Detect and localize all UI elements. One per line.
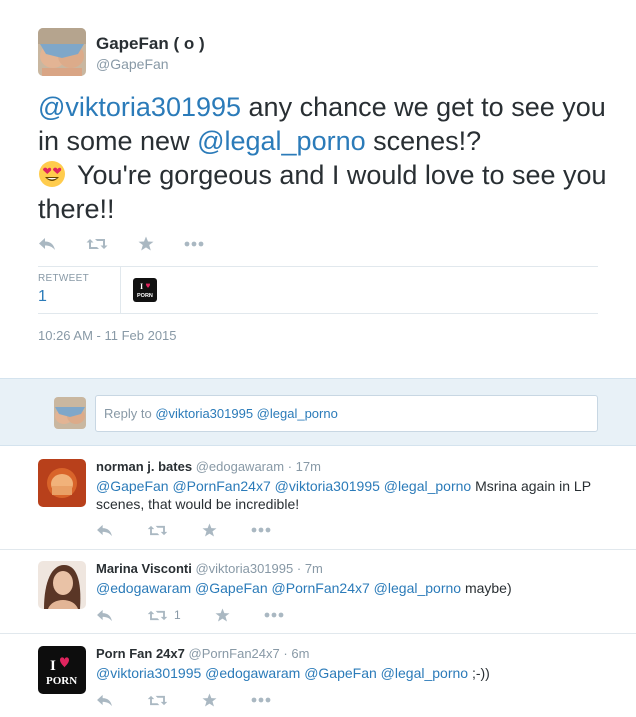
reply-text: @GapeFan @PornFan24x7 @viktoria301995 @l… [96,477,596,513]
reply-actions [96,523,305,537]
mention-link[interactable]: @viktoria301995 [38,92,241,122]
separator-dot: · [283,646,288,661]
reply-tweet[interactable]: Marina Visconti @viktoria301995 · 7m @ed… [0,550,636,634]
tweet-text-part: You're gorgeous and I would love to see … [38,160,607,224]
reply-avatar[interactable] [38,459,86,507]
separator-dot: · [287,459,293,474]
reply-author-name[interactable]: Porn Fan 24x7 [96,646,185,661]
reply-tweet[interactable]: I PORN Porn Fan 24x7 @PornFan24x7 · 6m @… [0,634,636,717]
favorite-icon[interactable] [138,236,154,251]
author-handle[interactable]: @GapeFan [96,56,169,72]
retweet-icon[interactable] [86,237,108,251]
reply-mentions: @viktoria301995 @legal_porno [155,406,338,421]
reply-mentions[interactable]: @edogawaram @GapeFan @PornFan24x7 @legal… [96,580,461,596]
retweet-icon[interactable] [147,694,168,707]
reply-icon[interactable] [96,694,113,707]
more-icon[interactable] [251,527,271,533]
reply-text: @viktoria301995 @edogawaram @GapeFan @le… [96,664,596,682]
svg-text:I: I [50,658,56,674]
reply-input[interactable]: Reply to @viktoria301995 @legal_porno [95,395,598,432]
reply-mentions[interactable]: @GapeFan @PornFan24x7 @viktoria301995 @l… [96,478,471,494]
svg-text:PORN: PORN [137,293,153,299]
mention-link[interactable]: @legal_porno [197,126,366,156]
reply-tweet[interactable]: norman j. bates @edogawaram · 17m @GapeF… [0,447,636,550]
reply-author-name[interactable]: Marina Visconti [96,561,192,576]
main-tweet: GapeFan ( o ) @GapeFan @viktoria301995 a… [0,0,636,378]
retweet-icon[interactable]: 1 [147,608,181,622]
reply-actions [96,693,305,707]
reply-time[interactable]: 7m [305,561,323,576]
retweet-icon[interactable] [147,524,168,537]
divider [38,313,598,314]
reply-avatar[interactable] [38,561,86,609]
current-user-avatar [54,397,86,429]
reply-header: norman j. bates @edogawaram · 17m [96,459,321,474]
reply-avatar[interactable]: I PORN [38,646,86,694]
reply-composer: Reply to @viktoria301995 @legal_porno [0,378,636,446]
reply-header: Porn Fan 24x7 @PornFan24x7 · 6m [96,646,309,661]
tweet-timestamp[interactable]: 10:26 AM - 11 Feb 2015 [38,328,177,343]
separator-dot: · [296,561,302,576]
reply-actions: 1 [96,608,318,622]
reply-text: @edogawaram @GapeFan @PornFan24x7 @legal… [96,579,596,597]
reply-icon[interactable] [96,609,113,622]
retweet-count[interactable]: 1 [38,288,47,306]
more-icon[interactable] [264,612,284,618]
more-icon[interactable] [251,697,271,703]
divider [120,267,121,313]
reply-body: maybe) [461,580,512,596]
more-icon[interactable] [184,241,204,247]
divider [38,266,598,267]
reply-author-handle[interactable]: @PornFan24x7 [189,646,280,661]
reply-mentions[interactable]: @viktoria301995 @edogawaram @GapeFan @le… [96,665,468,681]
author-avatar[interactable] [38,28,86,76]
author-display-name[interactable]: GapeFan ( o ) [96,34,205,54]
svg-text:I: I [140,282,143,291]
reply-header: Marina Visconti @viktoria301995 · 7m [96,561,323,576]
retweet-count: 1 [174,608,181,622]
reply-prefix: Reply to [104,406,156,421]
reply-body: ;-)) [468,665,490,681]
retweet-label: RETWEET [38,273,89,284]
reply-author-name[interactable]: norman j. bates [96,459,192,474]
reply-time[interactable]: 6m [291,646,309,661]
retweeter-avatar[interactable]: I PORN [133,278,157,302]
reply-icon[interactable] [38,237,56,251]
svg-text:PORN: PORN [46,675,77,687]
tweet-text-part: scenes!? [365,126,482,156]
favorite-icon[interactable] [215,608,230,622]
reply-author-handle[interactable]: @viktoria301995 [195,561,293,576]
favorite-icon[interactable] [202,523,217,537]
heart-eyes-emoji-icon [38,160,66,188]
reply-icon[interactable] [96,524,113,537]
favorite-icon[interactable] [202,693,217,707]
tweet-text: @viktoria301995 any chance we get to see… [38,90,608,226]
reply-author-handle[interactable]: @edogawaram [196,459,284,474]
tweet-actions [38,236,234,251]
reply-time[interactable]: 17m [296,459,321,474]
